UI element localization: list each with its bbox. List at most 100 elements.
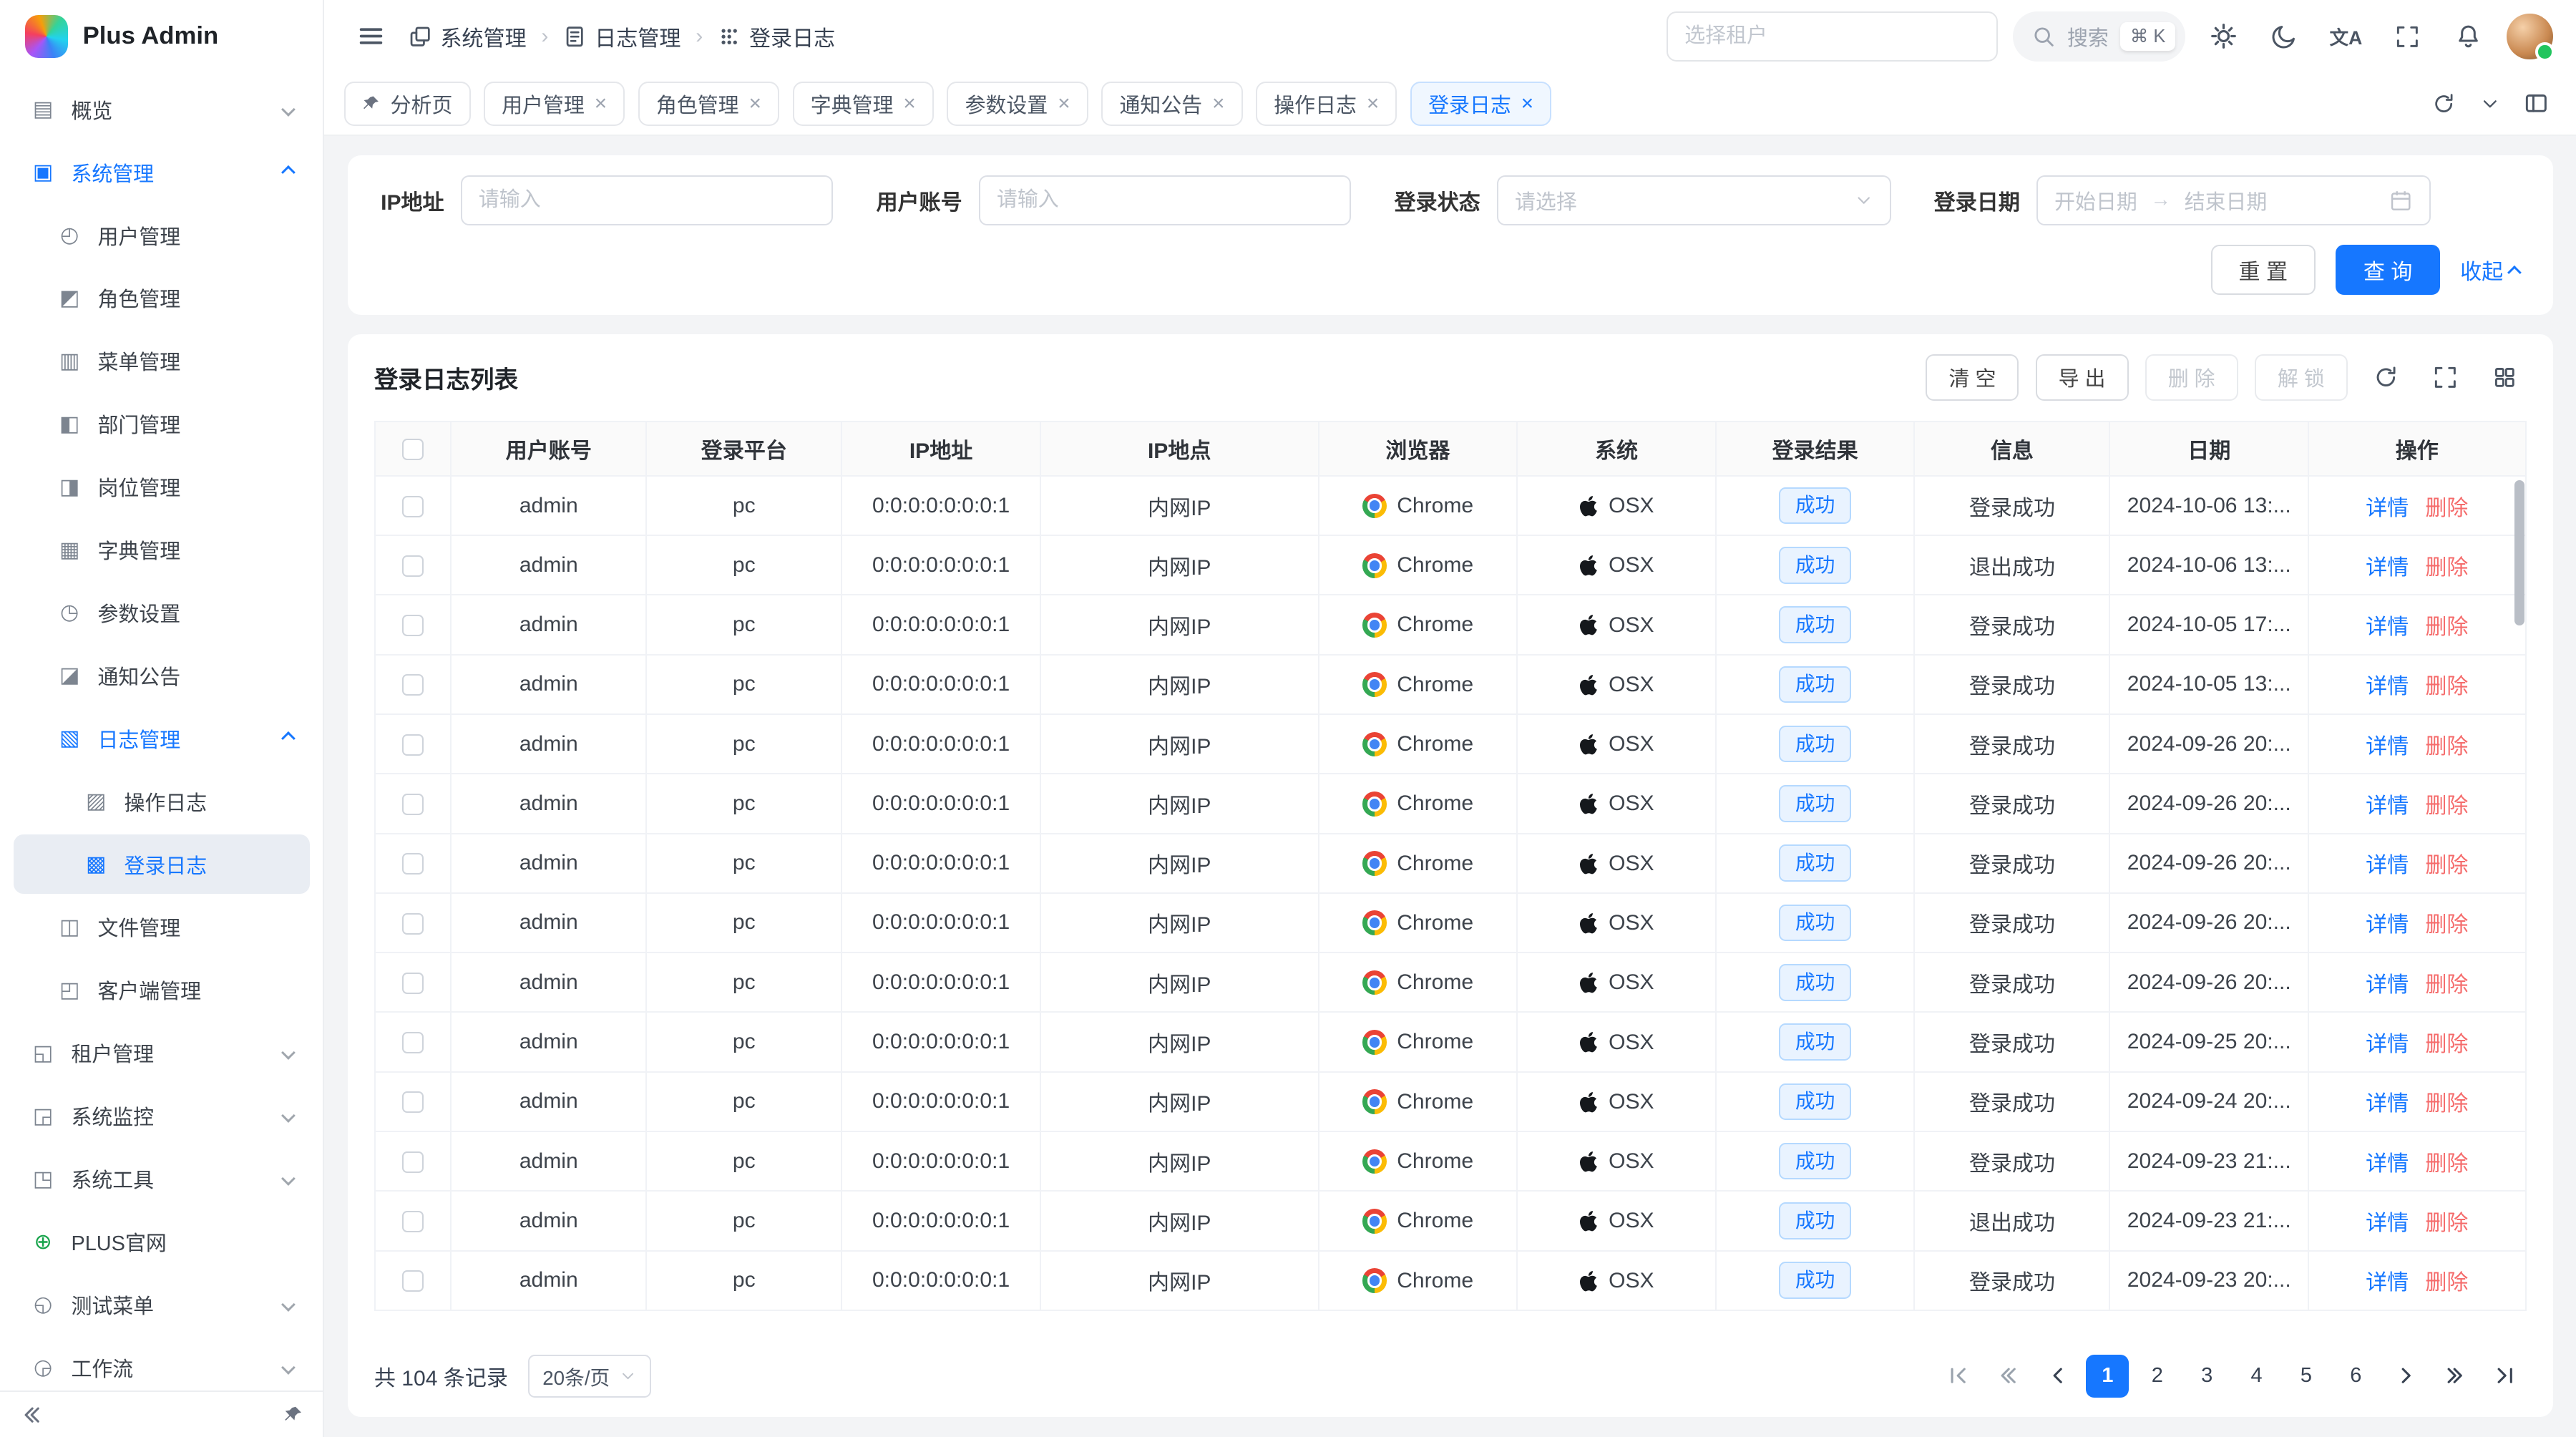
next-page-button[interactable] xyxy=(2384,1355,2427,1398)
delete-link[interactable]: 删除 xyxy=(2425,1212,2468,1235)
sidebar-pin-icon[interactable] xyxy=(283,1405,303,1425)
sidebar-item[interactable]: ▩ 登录日志 xyxy=(14,834,310,894)
delete-link[interactable]: 删除 xyxy=(2425,1152,2468,1176)
export-button[interactable]: 导 出 xyxy=(2036,354,2129,401)
user-avatar[interactable] xyxy=(2507,14,2553,60)
notification-bell-icon[interactable] xyxy=(2445,14,2492,60)
detail-link[interactable]: 详情 xyxy=(2366,1212,2409,1235)
breadcrumb-item-system[interactable]: 系统管理 xyxy=(409,21,526,52)
login-date-range-picker[interactable]: 开始日期 → 结束日期 xyxy=(2036,175,2431,225)
tab-close-icon[interactable]: × xyxy=(1058,93,1070,115)
table-fullscreen-icon[interactable] xyxy=(2424,356,2467,399)
delete-link[interactable]: 删除 xyxy=(2425,1271,2468,1295)
last-page-button[interactable] xyxy=(2483,1355,2526,1398)
sidebar-item[interactable]: ▥ 菜单管理 xyxy=(14,331,310,391)
sidebar-collapse-icon[interactable] xyxy=(20,1403,43,1426)
sidebar-item[interactable]: ⊕ PLUS官网 xyxy=(14,1212,310,1271)
search-button[interactable]: 查 询 xyxy=(2336,245,2441,294)
global-search-button[interactable]: 搜索 ⌘ K xyxy=(2013,11,2185,61)
detail-link[interactable]: 详情 xyxy=(2366,497,2409,520)
detail-link[interactable]: 详情 xyxy=(2366,1092,2409,1116)
delete-link[interactable]: 删除 xyxy=(2425,556,2468,580)
tab[interactable]: 操作日志 × xyxy=(1256,82,1397,126)
sidebar-item[interactable]: ▧ 日志管理 xyxy=(14,708,310,768)
delete-link[interactable]: 删除 xyxy=(2425,794,2468,818)
row-checkbox[interactable] xyxy=(402,1151,424,1173)
sidebar-item[interactable]: ◰ 客户端管理 xyxy=(14,960,310,1020)
sidebar-item[interactable]: ◷ 参数设置 xyxy=(14,583,310,642)
scrollbar-thumb[interactable] xyxy=(2514,480,2524,626)
detail-link[interactable]: 详情 xyxy=(2366,973,2409,997)
dark-mode-moon-icon[interactable] xyxy=(2262,14,2308,60)
table-columns-icon[interactable] xyxy=(2483,356,2526,399)
tab-close-icon[interactable]: × xyxy=(1367,93,1380,115)
tab[interactable]: 通知公告 × xyxy=(1101,82,1242,126)
hamburger-menu-icon[interactable] xyxy=(348,14,394,60)
page-number-button[interactable]: 3 xyxy=(2185,1355,2228,1398)
layout-panel-icon[interactable] xyxy=(2517,84,2557,124)
tab[interactable]: 参数设置 × xyxy=(947,82,1088,126)
row-checkbox[interactable] xyxy=(402,496,424,517)
collapse-filters-link[interactable]: 收起 xyxy=(2460,254,2519,286)
detail-link[interactable]: 详情 xyxy=(2366,735,2409,759)
delete-button[interactable]: 删 除 xyxy=(2145,354,2238,401)
row-checkbox[interactable] xyxy=(402,555,424,577)
tab-close-icon[interactable]: × xyxy=(903,93,916,115)
row-checkbox[interactable] xyxy=(402,674,424,696)
delete-link[interactable]: 删除 xyxy=(2425,854,2468,877)
detail-link[interactable]: 详情 xyxy=(2366,913,2409,937)
row-checkbox[interactable] xyxy=(402,794,424,815)
delete-link[interactable]: 删除 xyxy=(2425,1033,2468,1056)
prev-5-pages-button[interactable] xyxy=(1987,1355,2030,1398)
detail-link[interactable]: 详情 xyxy=(2366,675,2409,698)
tab[interactable]: 用户管理 × xyxy=(484,82,625,126)
delete-link[interactable]: 删除 xyxy=(2425,1092,2468,1116)
fullscreen-icon[interactable] xyxy=(2384,14,2431,60)
detail-link[interactable]: 详情 xyxy=(2366,1033,2409,1056)
unlock-button[interactable]: 解 锁 xyxy=(2255,354,2348,401)
reset-button[interactable]: 重 置 xyxy=(2211,245,2316,294)
page-number-button[interactable]: 1 xyxy=(2086,1355,2129,1398)
detail-link[interactable]: 详情 xyxy=(2366,615,2409,639)
clear-button[interactable]: 清 空 xyxy=(1926,354,2019,401)
sidebar-item[interactable]: ◩ 角色管理 xyxy=(14,268,310,328)
select-all-checkbox[interactable] xyxy=(402,439,424,460)
sidebar-item[interactable]: ◱ 租户管理 xyxy=(14,1023,310,1083)
detail-link[interactable]: 详情 xyxy=(2366,1152,2409,1176)
tab-close-icon[interactable]: × xyxy=(595,93,608,115)
delete-link[interactable]: 删除 xyxy=(2425,615,2468,639)
sidebar-item[interactable]: ◶ 工作流 xyxy=(14,1338,310,1397)
tab-close-icon[interactable]: × xyxy=(1521,93,1534,115)
sidebar-item[interactable]: ▨ 操作日志 xyxy=(14,771,310,831)
detail-link[interactable]: 详情 xyxy=(2366,556,2409,580)
tab[interactable]: 角色管理 × xyxy=(638,82,779,126)
delete-link[interactable]: 删除 xyxy=(2425,973,2468,997)
table-scrollbar[interactable] xyxy=(2514,480,2524,1336)
page-number-button[interactable]: 4 xyxy=(2235,1355,2278,1398)
sidebar-item[interactable]: ◨ 岗位管理 xyxy=(14,457,310,516)
breadcrumb-item-log-manage[interactable]: 日志管理 xyxy=(563,21,680,52)
page-size-select[interactable]: 20条/页 xyxy=(528,1355,651,1398)
prev-page-button[interactable] xyxy=(2036,1355,2079,1398)
table-refresh-icon[interactable] xyxy=(2364,356,2407,399)
ip-address-input[interactable] xyxy=(461,175,834,225)
page-number-button[interactable]: 6 xyxy=(2334,1355,2377,1398)
tabs-refresh-icon[interactable] xyxy=(2424,84,2464,124)
detail-link[interactable]: 详情 xyxy=(2366,794,2409,818)
sidebar-item[interactable]: ▦ 字典管理 xyxy=(14,520,310,579)
tab[interactable]: 分析页 xyxy=(344,82,470,126)
app-logo[interactable]: Plus Admin xyxy=(0,0,323,73)
next-5-pages-button[interactable] xyxy=(2434,1355,2477,1398)
sidebar-item[interactable]: ◵ 测试菜单 xyxy=(14,1275,310,1334)
first-page-button[interactable] xyxy=(1937,1355,1980,1398)
sidebar-item[interactable]: ▤ 概览 xyxy=(14,79,310,139)
sidebar-item[interactable]: ▣ 系统管理 xyxy=(14,142,310,202)
user-account-input[interactable] xyxy=(979,175,1352,225)
sidebar-item[interactable]: ◲ 系统监控 xyxy=(14,1086,310,1146)
row-checkbox[interactable] xyxy=(402,973,424,994)
page-number-button[interactable]: 2 xyxy=(2136,1355,2179,1398)
delete-link[interactable]: 删除 xyxy=(2425,675,2468,698)
row-checkbox[interactable] xyxy=(402,615,424,636)
detail-link[interactable]: 详情 xyxy=(2366,854,2409,877)
row-checkbox[interactable] xyxy=(402,1091,424,1113)
